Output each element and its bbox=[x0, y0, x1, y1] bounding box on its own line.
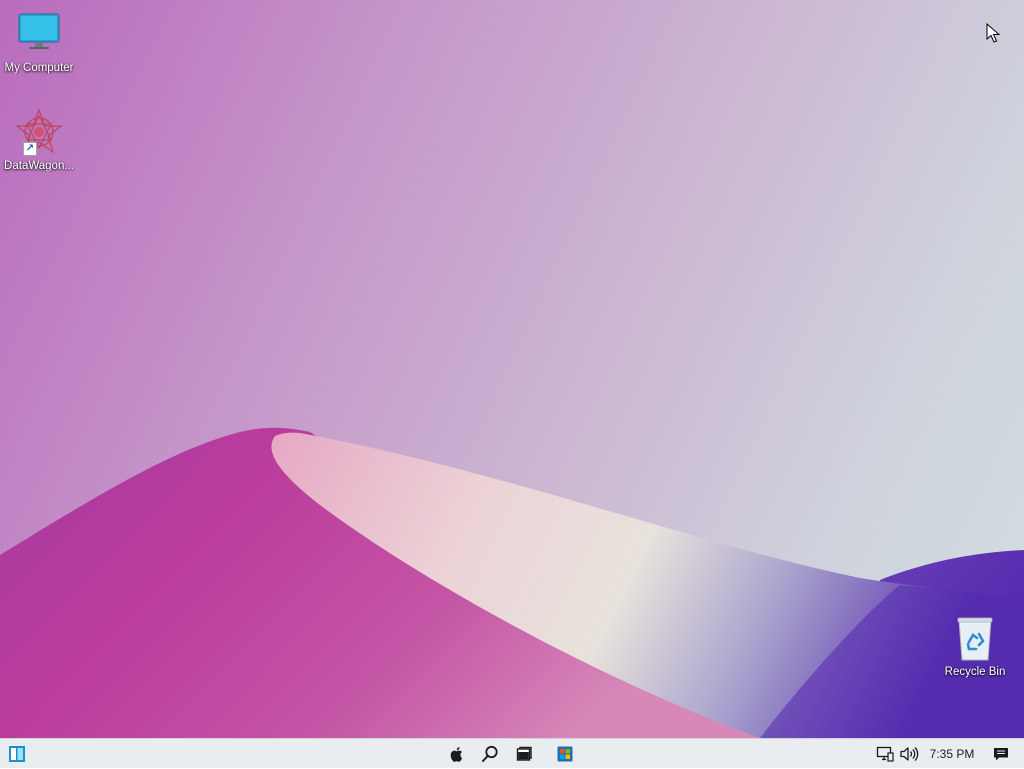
apple-icon bbox=[450, 747, 463, 762]
desktop-wallpaper bbox=[0, 427, 1024, 738]
desktop-icon-label: Recycle Bin bbox=[944, 666, 1006, 678]
network-icon bbox=[876, 746, 894, 762]
taskbar-store-button[interactable] bbox=[554, 743, 576, 765]
desktop[interactable]: My Computer ↗ DataWagon... Recycle Bin bbox=[0, 0, 1024, 738]
start-menu-button[interactable] bbox=[6, 743, 28, 765]
taskbar: 7:35 PM bbox=[0, 738, 1024, 768]
desktop-icon-label: DataWagon... bbox=[4, 160, 74, 172]
recycle-bin-icon bbox=[951, 614, 999, 662]
tray-volume-button[interactable] bbox=[898, 743, 920, 765]
tray-clock[interactable]: 7:35 PM bbox=[926, 739, 978, 769]
search-icon bbox=[482, 745, 498, 762]
notification-icon bbox=[994, 748, 1008, 761]
start-menu-icon bbox=[9, 746, 25, 762]
file-manager-icon bbox=[516, 746, 532, 761]
volume-icon bbox=[900, 747, 919, 761]
shortcut-arrow-icon: ↗ bbox=[23, 142, 37, 156]
desktop-icon-datawagon[interactable]: ↗ DataWagon... bbox=[0, 108, 78, 172]
desktop-icon-my-computer[interactable]: My Computer bbox=[0, 10, 78, 74]
taskbar-search-button[interactable] bbox=[479, 743, 501, 765]
taskbar-apple-button[interactable] bbox=[446, 743, 468, 765]
desktop-icon-recycle-bin[interactable]: Recycle Bin bbox=[936, 614, 1014, 678]
monitor-icon bbox=[15, 10, 63, 58]
desktop-icon-label: My Computer bbox=[4, 62, 74, 74]
tray-notification-button[interactable] bbox=[990, 743, 1012, 765]
datawagon-star-icon: ↗ bbox=[15, 108, 63, 156]
tray-network-button[interactable] bbox=[874, 743, 896, 765]
taskbar-file-manager-button[interactable] bbox=[513, 743, 535, 765]
store-icon bbox=[557, 746, 573, 762]
mouse-cursor-icon bbox=[986, 23, 1000, 43]
